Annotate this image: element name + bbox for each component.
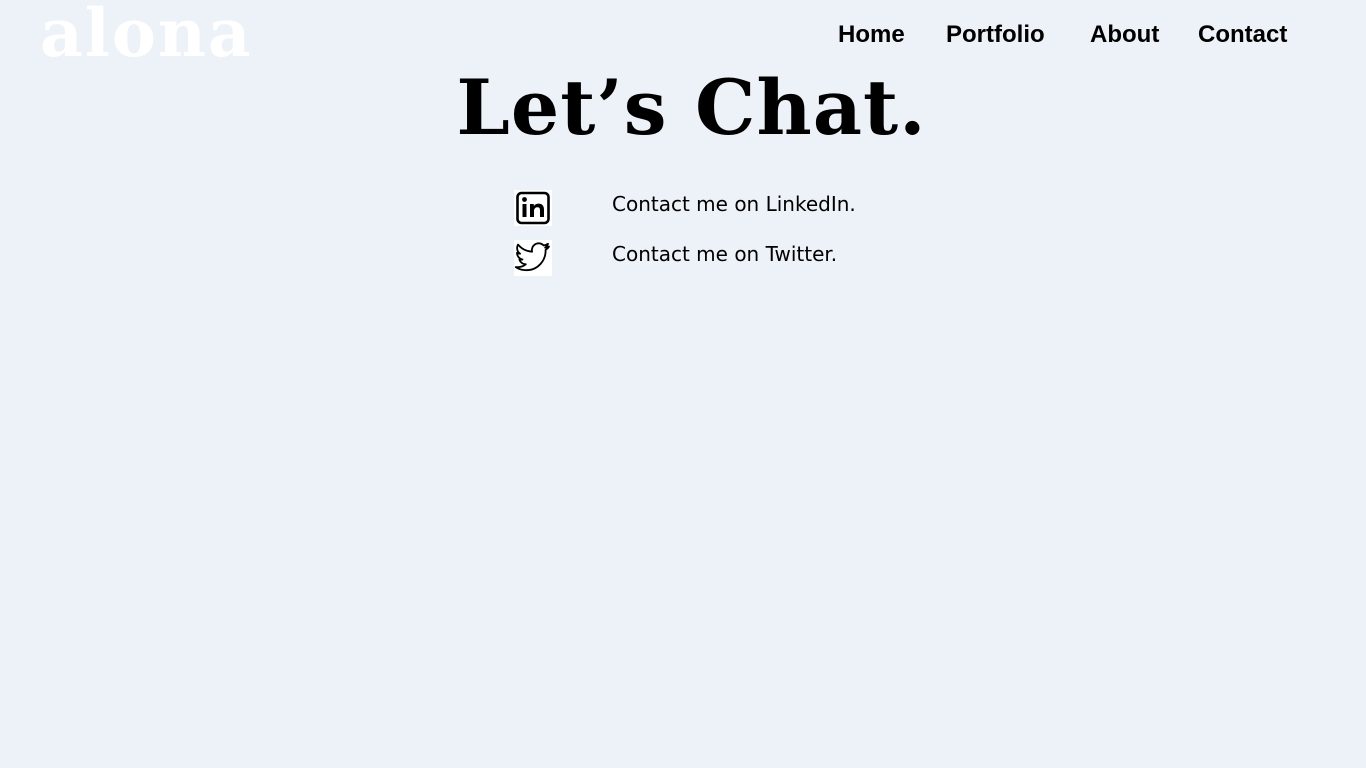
contact-item-linkedin: Contact me on LinkedIn.	[512, 188, 856, 228]
linkedin-icon[interactable]	[514, 190, 552, 226]
page-title: Let’s Chat.	[456, 63, 927, 152]
twitter-contact-link[interactable]: Contact me on Twitter.	[612, 240, 837, 268]
nav-home-link[interactable]: Home	[838, 20, 905, 50]
contact-item-twitter: Contact me on Twitter.	[512, 238, 852, 278]
main-nav: Home Portfolio About Contact	[0, 20, 1366, 52]
nav-portfolio-link[interactable]: Portfolio	[946, 20, 1045, 50]
linkedin-contact-link[interactable]: Contact me on LinkedIn.	[612, 190, 856, 218]
nav-about-link[interactable]: About	[1090, 20, 1159, 50]
nav-contact-link[interactable]: Contact	[1198, 20, 1287, 50]
twitter-icon[interactable]	[514, 240, 552, 276]
